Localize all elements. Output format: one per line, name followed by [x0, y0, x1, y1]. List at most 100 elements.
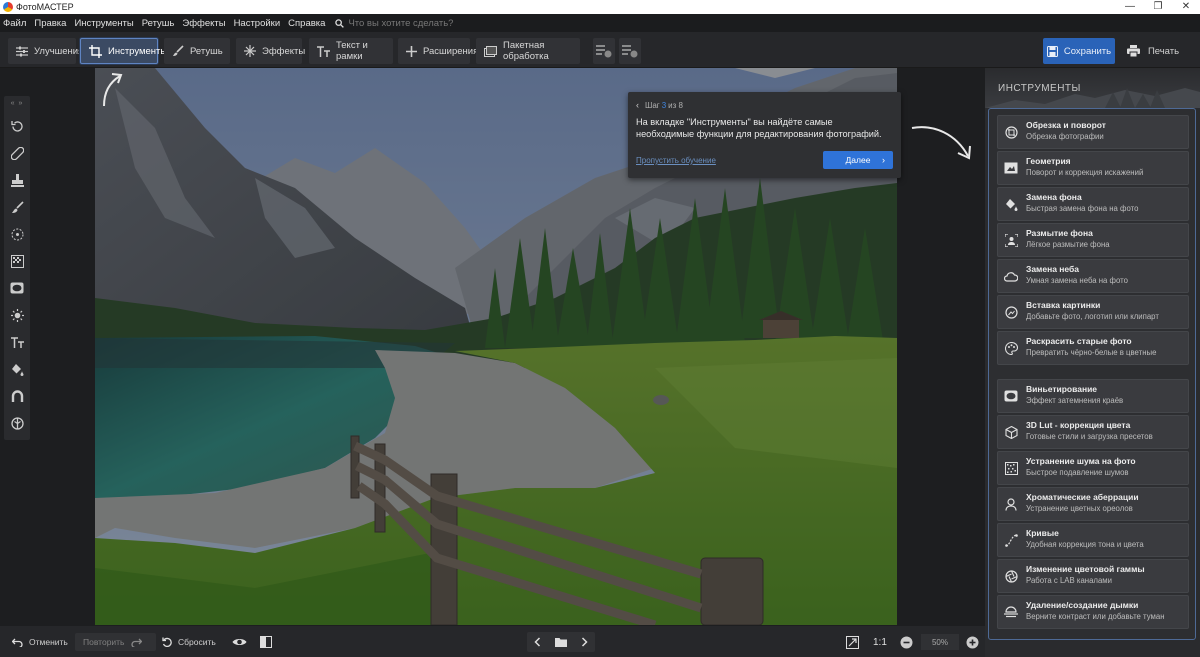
fit-screen-icon: [846, 635, 865, 649]
tool-card-geometry[interactable]: Геометрия Поворот и коррекция искажений: [997, 151, 1189, 185]
tool-card-3dlut[interactable]: 3D Lut - коррекция цвета Готовые стили и…: [997, 415, 1189, 449]
zoom-ratio-button[interactable]: 1:1: [873, 633, 887, 651]
fill-tool[interactable]: [4, 359, 30, 379]
aperture-icon: [1003, 568, 1019, 584]
redo-icon: [130, 638, 148, 647]
mask-tool[interactable]: [4, 413, 30, 433]
sparkle-icon: [244, 45, 262, 57]
maximize-button[interactable]: ❐: [1144, 0, 1172, 14]
batch-icon: [484, 45, 503, 57]
gradient-icon: [10, 254, 24, 268]
text-tool[interactable]: [4, 332, 30, 352]
tool-card-insert-image[interactable]: Вставка картинки Добавьте фото, логотип …: [997, 295, 1189, 329]
reset-label: Сбросить: [178, 637, 216, 647]
radial-tool[interactable]: [4, 224, 30, 244]
floppy-icon: [1046, 45, 1064, 57]
next-button[interactable]: Далее ›: [823, 151, 893, 169]
tool-subtitle: Верните контраст или добавьте туман: [1026, 612, 1165, 621]
insert-image-icon: [1003, 304, 1019, 320]
tab-batch[interactable]: Пакетная обработка: [476, 38, 580, 64]
tool-subtitle: Поворот и коррекция искажений: [1026, 168, 1144, 177]
tool-card-blur-bg[interactable]: Размытие фона Лёгкое размытие фона: [997, 223, 1189, 257]
menu-edit[interactable]: Правка: [34, 18, 66, 29]
main-toolbar: Улучшения Инструменты Ретушь Эффекты Тек…: [0, 32, 1200, 68]
tool-card-crop[interactable]: Обрезка и поворот Обрезка фотографии: [997, 115, 1189, 149]
preview-toggle[interactable]: [232, 633, 253, 651]
tool-card-color-range[interactable]: Изменение цветовой гаммы Работа с LAB ка…: [997, 559, 1189, 593]
tool-list: Обрезка и поворот Обрезка фотографии Гео…: [988, 108, 1196, 640]
tab-retouch[interactable]: Ретушь: [164, 38, 230, 64]
close-button[interactable]: ✕: [1172, 0, 1200, 14]
tab-enhance[interactable]: Улучшения: [8, 38, 83, 64]
tools-panel: ИНСТРУМЕНТЫ Обрезка и поворот Обрезка фо…: [985, 68, 1200, 657]
undo-button[interactable]: Отменить: [12, 633, 68, 651]
menu-bar: Файл Правка Инструменты Ретушь Эффекты Н…: [0, 14, 1200, 32]
collapse-icon[interactable]: « »: [4, 100, 30, 107]
light-tool[interactable]: [4, 305, 30, 325]
tab-label: Улучшения: [34, 45, 84, 57]
save-button[interactable]: Сохранить: [1043, 38, 1115, 64]
tab-extensions[interactable]: Расширения: [398, 38, 478, 64]
history-list-button[interactable]: [593, 38, 615, 64]
tool-card-haze[interactable]: Удаление/создание дымки Верните контраст…: [997, 595, 1189, 629]
patch-tool[interactable]: [4, 143, 30, 163]
tool-card-colorize[interactable]: Раскрасить старые фото Превратить чёрно-…: [997, 331, 1189, 365]
menu-retouch[interactable]: Ретушь: [142, 18, 175, 29]
redo-button[interactable]: Повторить: [75, 633, 156, 651]
hint-arrow-icon: [906, 120, 976, 165]
chevron-left-icon[interactable]: ‹: [636, 100, 639, 110]
menu-tools[interactable]: Инструменты: [74, 18, 133, 29]
magnet-tool[interactable]: [4, 386, 30, 406]
tab-effects[interactable]: Эффекты: [236, 38, 305, 64]
sliders-icon: [16, 46, 34, 57]
zoom-in-button[interactable]: [966, 633, 985, 651]
minimize-button[interactable]: —: [1116, 0, 1144, 14]
person-icon: [1003, 496, 1019, 512]
gradient-tool[interactable]: [4, 251, 30, 271]
tool-card-curves[interactable]: Кривые Удобная коррекция тона и цвета: [997, 523, 1189, 557]
geometry-icon: [1003, 160, 1019, 176]
history-compare-button[interactable]: [619, 38, 641, 64]
reset-button[interactable]: Сбросить: [162, 633, 216, 651]
undo-icon: [12, 638, 29, 647]
vignette-tool[interactable]: [4, 278, 30, 298]
tool-title: Размытие фона: [1026, 228, 1093, 238]
tool-subtitle: Быстрое подавление шумов: [1026, 468, 1129, 477]
compare-toggle[interactable]: [260, 633, 278, 651]
blur-bg-icon: [1003, 232, 1019, 248]
title-bar: ФотоМАСТЕР — ❐ ✕: [0, 0, 1200, 14]
vignette-icon: [1003, 388, 1019, 404]
tool-card-chromatic[interactable]: Хроматические аберрации Устранение цветн…: [997, 487, 1189, 521]
menu-settings[interactable]: Настройки: [234, 18, 281, 29]
search-icon: [335, 18, 348, 28]
tool-card-replace-bg[interactable]: Замена фона Быстрая замена фона на фото: [997, 187, 1189, 221]
reset-icon: [162, 637, 178, 647]
stamp-tool[interactable]: [4, 170, 30, 190]
menu-file[interactable]: Файл: [3, 18, 26, 29]
menu-help[interactable]: Справка: [288, 18, 325, 29]
tool-card-sky[interactable]: Замена неба Умная замена неба на фото: [997, 259, 1189, 293]
tool-title: Геометрия: [1026, 156, 1071, 166]
zoom-out-button[interactable]: [900, 633, 919, 651]
tool-card-vignette[interactable]: Виньетирование Эффект затемнения краёв: [997, 379, 1189, 413]
menu-effects[interactable]: Эффекты: [182, 18, 225, 29]
folder-icon[interactable]: [555, 637, 567, 647]
brush-tool[interactable]: [4, 197, 30, 217]
chevron-right-icon: ›: [882, 155, 885, 165]
step-suffix: из 8: [668, 100, 683, 110]
skip-tutorial-link[interactable]: Пропустить обучение: [636, 156, 716, 165]
minus-circle-icon: [900, 636, 919, 649]
chevron-left-icon[interactable]: [534, 637, 541, 647]
tab-tools[interactable]: Инструменты: [80, 38, 167, 64]
zoom-value[interactable]: 50%: [921, 634, 959, 650]
rotate-tool[interactable]: [4, 116, 30, 136]
hint-arrow-icon: [100, 68, 130, 108]
chevron-right-icon[interactable]: [581, 637, 588, 647]
tab-text-frames[interactable]: Текст и рамки: [309, 38, 393, 64]
tool-card-denoise[interactable]: Устранение шума на фото Быстрое подавлен…: [997, 451, 1189, 485]
fit-screen-button[interactable]: [846, 633, 865, 651]
palette-icon: [1003, 340, 1019, 356]
tool-title: Вставка картинки: [1026, 300, 1101, 310]
menu-search[interactable]: Что вы хотите сделать?: [335, 18, 453, 29]
print-button[interactable]: Печать: [1120, 38, 1186, 64]
